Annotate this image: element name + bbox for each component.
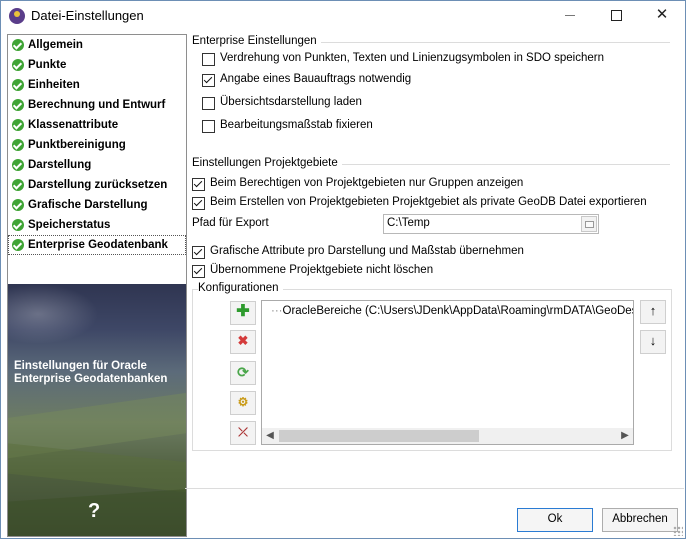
maximize-button[interactable] <box>593 1 639 31</box>
scroll-thumb[interactable] <box>279 430 479 442</box>
folder-browse-icon[interactable] <box>581 216 597 232</box>
checkbox[interactable] <box>202 74 215 87</box>
minimize-button[interactable] <box>547 1 593 31</box>
sidebar-item-enterprise-geodatenbank[interactable]: Enterprise Geodatenbank <box>8 235 186 255</box>
disconnect-icon: ⤫ <box>238 425 248 439</box>
app-icon <box>9 8 25 24</box>
check-circle-icon <box>12 179 24 191</box>
arrow-up-icon: ↑ <box>649 303 657 318</box>
window-title: Datei-Einstellungen <box>31 8 144 23</box>
sidebar-item-darstellung-zuruecksetzen[interactable]: Darstellung zurücksetzen <box>8 175 186 195</box>
projekt-legend: Einstellungen Projektgebiete <box>192 157 342 169</box>
check-circle-icon <box>12 139 24 151</box>
check-circle-icon <box>12 39 24 51</box>
sidebar-item-label: Berechnung und Entwurf <box>28 99 166 111</box>
sidebar-caption: Einstellungen für Oracle Enterprise Geod… <box>14 360 168 385</box>
add-button[interactable]: ✚ <box>230 301 256 325</box>
option-label: Beim Erstellen von Projektgebieten Proje… <box>210 196 647 208</box>
sidebar-landscape-image: Einstellungen für Oracle Enterprise Geod… <box>8 284 186 536</box>
list-item[interactable]: ···OracleBereiche (C:\Users\JDenk\AppDat… <box>271 305 634 317</box>
refresh-button[interactable]: ⟳ <box>230 361 256 385</box>
sidebar-item-label: Darstellung <box>28 159 92 171</box>
move-down-button[interactable]: ↓ <box>640 330 666 354</box>
option-label: Grafische Attribute pro Darstellung und … <box>210 245 524 257</box>
checkbox[interactable] <box>202 120 215 133</box>
check-circle-icon <box>12 119 24 131</box>
konfigurationen-list[interactable]: ···OracleBereiche (C:\Users\JDenk\AppDat… <box>261 300 634 445</box>
sidebar-item-label: Klassenattribute <box>28 119 119 131</box>
image-field-band <box>8 441 186 497</box>
export-path-field[interactable]: C:\Temp <box>383 214 599 234</box>
footer-divider <box>185 488 684 489</box>
settings-icon: ⚙ <box>237 395 249 409</box>
check-circle-icon <box>12 219 24 231</box>
sidebar-blank-area <box>8 256 186 284</box>
move-up-button[interactable]: ↑ <box>640 300 666 324</box>
option-label: Angabe eines Bauauftrags notwendig <box>220 73 412 85</box>
tree-connector: ··· <box>271 305 283 317</box>
check-circle-icon <box>12 59 24 71</box>
check-circle-icon <box>12 199 24 211</box>
konfig-legend: Konfigurationen <box>198 282 283 294</box>
sidebar-item-allgemein[interactable]: Allgemein <box>8 35 186 55</box>
checkbox[interactable] <box>192 265 205 278</box>
sidebar-item-berechnung[interactable]: Berechnung und Entwurf <box>8 95 186 115</box>
export-path-value[interactable]: C:\Temp <box>387 217 430 229</box>
sidebar-item-grafische-darstellung[interactable]: Grafische Darstellung <box>8 195 186 215</box>
sidebar-item-label: Einheiten <box>28 79 80 91</box>
close-button[interactable]: ✕ <box>639 1 685 31</box>
settings-sidebar: Allgemein Punkte Einheiten Berechnung un… <box>7 34 187 537</box>
checkbox[interactable] <box>192 246 205 259</box>
delete-button[interactable]: ✖ <box>230 330 256 354</box>
scroll-right-icon[interactable]: ▶ <box>617 428 633 444</box>
ok-button[interactable]: Ok <box>517 508 593 532</box>
option-label: Übersichtsdarstellung laden <box>220 96 362 108</box>
check-circle-icon <box>12 99 24 111</box>
title-bar: Datei-Einstellungen ✕ <box>1 1 685 31</box>
check-circle-icon <box>12 79 24 91</box>
sidebar-item-label: Grafische Darstellung <box>28 199 148 211</box>
sidebar-item-label: Darstellung zurücksetzen <box>28 179 168 191</box>
sidebar-item-label: Speicherstatus <box>28 219 111 231</box>
option-label: Verdrehung von Punkten, Texten und Linie… <box>220 52 605 64</box>
sidebar-item-label: Punktbereinigung <box>28 139 126 151</box>
option-label: Übernommene Projektgebiete nicht löschen <box>210 264 434 276</box>
check-circle-icon <box>12 239 24 251</box>
checkbox[interactable] <box>202 97 215 110</box>
sidebar-item-punktbereinigung[interactable]: Punktbereinigung <box>8 135 186 155</box>
delete-icon: ✖ <box>237 333 249 348</box>
sidebar-item-einheiten[interactable]: Einheiten <box>8 75 186 95</box>
sidebar-item-label: Punkte <box>28 59 67 71</box>
resize-grip-icon[interactable] <box>673 526 683 536</box>
minimize-icon <box>565 14 575 16</box>
refresh-icon: ⟳ <box>237 364 249 380</box>
sidebar-item-label: Enterprise Geodatenbank <box>28 239 168 251</box>
disconnect-button[interactable]: ⤫ <box>230 421 256 445</box>
sidebar-item-speicherstatus[interactable]: Speicherstatus <box>8 215 186 235</box>
arrow-down-icon: ↓ <box>649 333 657 348</box>
horizontal-scrollbar[interactable]: ◀ ▶ <box>262 428 633 444</box>
close-icon: ✕ <box>655 6 669 23</box>
plus-icon: ✚ <box>236 303 250 320</box>
scroll-left-icon[interactable]: ◀ <box>262 428 278 444</box>
checkbox[interactable] <box>202 53 215 66</box>
list-item-label: OracleBereiche (C:\Users\JDenk\AppData\R… <box>282 305 634 317</box>
option-label: Bearbeitungsmaßstab fixieren <box>220 119 373 131</box>
dialog-window: Datei-Einstellungen ✕ Allgemein Punkte E… <box>0 0 686 539</box>
sidebar-nav: Allgemein Punkte Einheiten Berechnung un… <box>8 35 186 255</box>
option-label: Beim Berechtigen von Projektgebieten nur… <box>210 177 524 189</box>
properties-button[interactable]: ⚙ <box>230 391 256 415</box>
check-circle-icon <box>12 159 24 171</box>
sidebar-item-label: Allgemein <box>28 39 83 51</box>
sidebar-item-darstellung[interactable]: Darstellung <box>8 155 186 175</box>
enterprise-legend: Enterprise Einstellungen <box>192 35 321 47</box>
export-path-label: Pfad für Export <box>192 217 269 229</box>
sidebar-item-klassenattribute[interactable]: Klassenattribute <box>8 115 186 135</box>
checkbox[interactable] <box>192 178 205 191</box>
help-icon[interactable]: ? <box>88 500 100 523</box>
sidebar-item-punkte[interactable]: Punkte <box>8 55 186 75</box>
checkbox[interactable] <box>192 197 205 210</box>
cancel-button[interactable]: Abbrechen <box>602 508 678 532</box>
maximize-icon <box>610 9 622 21</box>
